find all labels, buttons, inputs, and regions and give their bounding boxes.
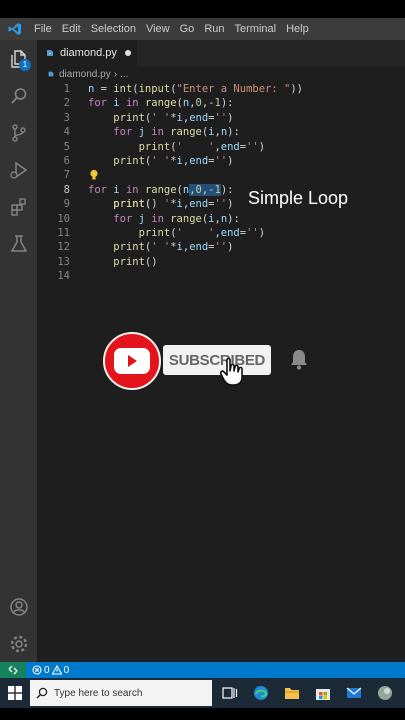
windows-start-icon[interactable]: [0, 678, 30, 708]
warning-icon: [51, 665, 62, 675]
error-icon: [32, 665, 42, 675]
testing-icon[interactable]: [0, 225, 37, 262]
subscribe-button[interactable]: SUBSCRIBED: [163, 345, 271, 375]
title-menu-bar: File Edit Selection View Go Run Terminal…: [0, 18, 405, 40]
code-line: 6 print(' '*i,end=''): [63, 154, 234, 167]
search-placeholder: Type here to search: [54, 687, 143, 699]
video-caption: Simple Loop: [248, 188, 349, 208]
error-count: 0: [44, 664, 50, 676]
explorer-badge: 1: [19, 59, 31, 71]
mail-icon[interactable]: [341, 678, 367, 708]
tab-diamond-py[interactable]: diamond.py: [37, 40, 137, 66]
code-line: 11 print(' ',end=''): [57, 226, 266, 239]
edge-browser-icon[interactable]: [248, 678, 274, 708]
code-line: 5 print(' ',end=''): [63, 140, 266, 153]
file-explorer-icon[interactable]: [279, 678, 305, 708]
notification-bell-icon[interactable]: [289, 348, 309, 370]
problems-indicator[interactable]: 0 0: [32, 665, 71, 676]
code-line: 3 print(' '*i,end=''): [63, 111, 234, 124]
unsaved-dot-icon[interactable]: [124, 50, 131, 56]
code-line: 12 print(' '*i,end=''): [57, 241, 234, 254]
tab-label: diamond.py: [60, 47, 117, 59]
code-line: 4 for j in range(i,n):: [63, 126, 240, 139]
status-bar: 0 0: [0, 662, 405, 678]
menu-run[interactable]: Run: [200, 18, 228, 40]
menu-help[interactable]: Help: [282, 18, 313, 40]
python-file-icon: [47, 50, 53, 56]
code-line: 10 for j in range(i,n):: [57, 212, 240, 225]
menu-view[interactable]: View: [142, 18, 174, 40]
code-line: 8 for i in range(n,0,-1):: [63, 183, 234, 196]
search-icon: [36, 687, 48, 699]
vscode-logo-icon[interactable]: [0, 18, 30, 40]
breadcrumb-more[interactable]: ...: [120, 69, 128, 80]
lightbulb-icon[interactable]: [89, 169, 99, 181]
source-control-icon[interactable]: [0, 114, 37, 151]
breadcrumb-file[interactable]: diamond.py: [59, 69, 111, 80]
task-view-icon[interactable]: [217, 678, 243, 708]
code-line: 1n = int(input("Enter a Number: ")): [63, 83, 303, 95]
app-orb-icon[interactable]: [372, 678, 398, 708]
code-line: 2 for i in range(n,0,-1):: [63, 97, 234, 110]
menu-file[interactable]: File: [30, 18, 56, 40]
windows-taskbar: Type here to search: [0, 678, 405, 708]
bottom-black-band: [0, 708, 405, 720]
code-line: 13 print(): [57, 255, 158, 268]
run-debug-icon[interactable]: [0, 151, 37, 188]
code-line: 14: [57, 270, 70, 283]
breadcrumb: diamond.py › ...: [37, 66, 405, 82]
extensions-icon[interactable]: [0, 188, 37, 225]
microsoft-store-icon[interactable]: [310, 678, 336, 708]
files-icon[interactable]: 1: [0, 40, 37, 77]
taskbar-search-box[interactable]: Type here to search: [30, 680, 212, 706]
menu-edit[interactable]: Edit: [58, 18, 85, 40]
menu-selection[interactable]: Selection: [87, 18, 140, 40]
settings-gear-icon[interactable]: [0, 625, 37, 662]
activity-bar: 1: [0, 40, 37, 662]
python-file-icon: [48, 71, 54, 77]
top-black-band: [0, 0, 405, 18]
remote-indicator-icon[interactable]: [0, 662, 26, 678]
code-line: 9 print(' '*i,end=''): [63, 198, 234, 211]
editor-tab-strip: diamond.py: [37, 40, 405, 66]
warning-count: 0: [63, 664, 70, 676]
pointer-hand-icon: [219, 357, 243, 386]
code-line: 7 print(): [63, 169, 158, 211]
youtube-logo-icon: [103, 332, 161, 390]
menu-go[interactable]: Go: [176, 18, 199, 40]
search-icon[interactable]: [0, 77, 37, 114]
code-editor[interactable]: 1n = int(input("Enter a Number: ")) 2 for…: [37, 82, 405, 283]
menu-terminal[interactable]: Terminal: [231, 18, 281, 40]
chevron-right-icon: ›: [113, 68, 118, 80]
account-icon[interactable]: [0, 588, 37, 625]
